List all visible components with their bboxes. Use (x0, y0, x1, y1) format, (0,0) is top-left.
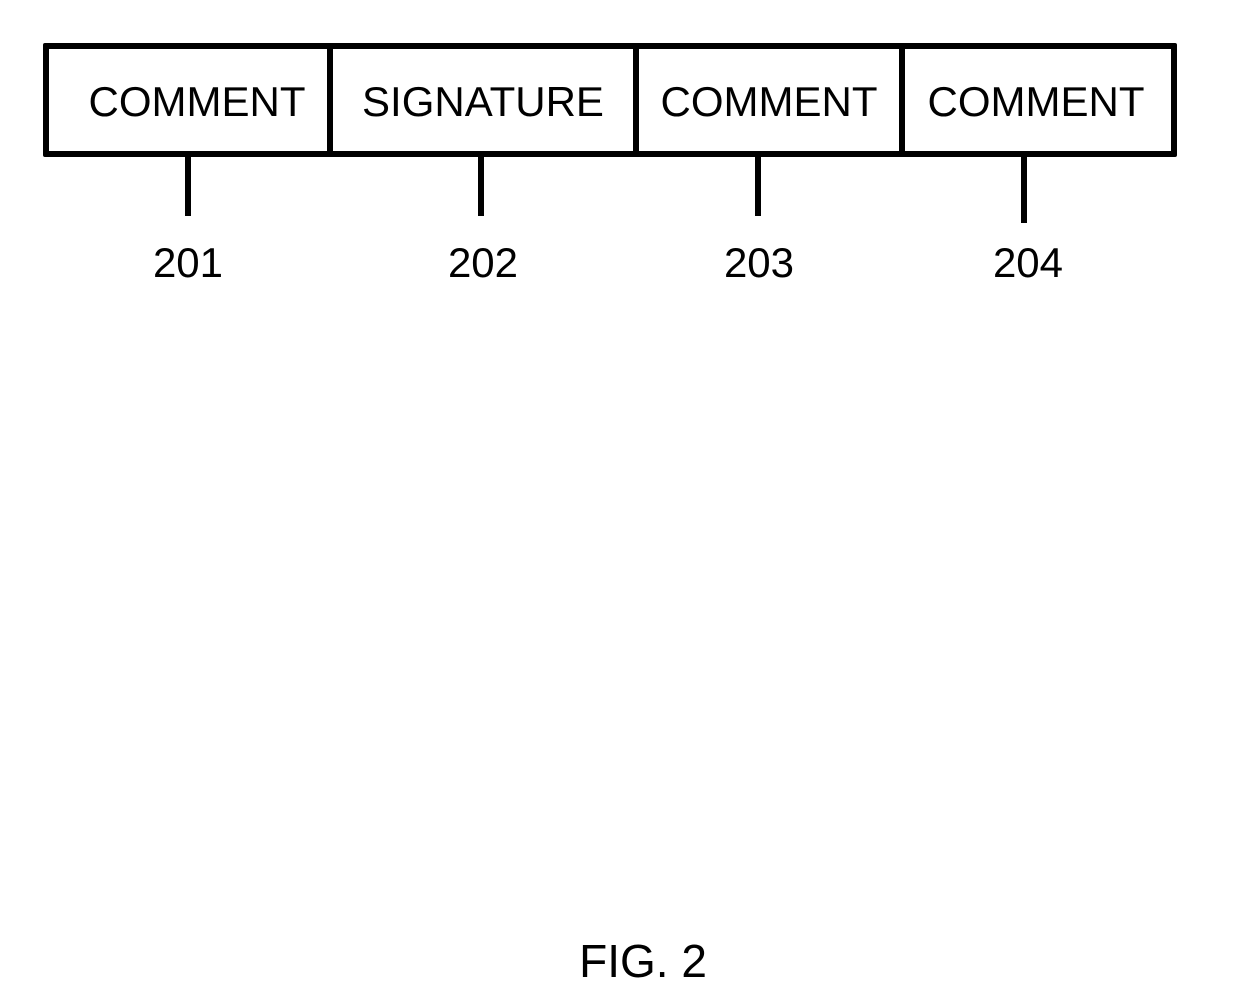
field-label-signature-202: SIGNATURE (362, 78, 604, 125)
leader-line-203 (755, 154, 761, 216)
reference-numeral-202: 202 (447, 239, 519, 286)
field-label-comment-204: COMMENT (927, 78, 1145, 125)
field-label-comment-203: COMMENT (660, 78, 878, 125)
field-label-comment-201: COMMENT (88, 78, 306, 125)
reference-numeral-201: 201 (152, 239, 224, 286)
leader-line-204 (1021, 154, 1027, 223)
leader-line-201 (185, 154, 191, 216)
leader-line-202 (478, 154, 484, 216)
figure-caption: FIG. 2 (579, 935, 707, 987)
reference-numeral-203: 203 (723, 239, 795, 286)
reference-numeral-204: 204 (992, 239, 1064, 286)
